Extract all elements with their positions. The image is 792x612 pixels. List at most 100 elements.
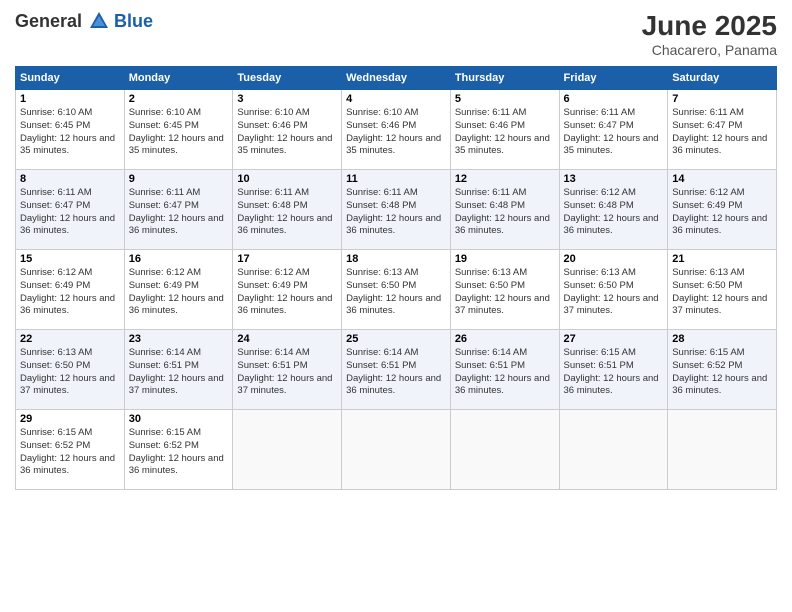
sunrise-text: Sunrise: 6:13 AM: [346, 267, 418, 278]
header: General Blue June 2025 Chacarero, Panama: [15, 10, 777, 58]
sunset-text: Sunset: 6:52 PM: [672, 360, 742, 371]
day-number: 27: [564, 333, 664, 345]
day-number: 9: [129, 173, 229, 185]
calendar-week-row: 22Sunrise: 6:13 AMSunset: 6:50 PMDayligh…: [16, 330, 777, 410]
daylight-text: Daylight: 12 hours and 35 minutes.: [20, 133, 115, 157]
day-info: Sunrise: 6:15 AMSunset: 6:51 PMDaylight:…: [564, 347, 664, 398]
sunset-text: Sunset: 6:46 PM: [237, 120, 307, 131]
sunset-text: Sunset: 6:50 PM: [564, 280, 634, 291]
sunrise-text: Sunrise: 6:14 AM: [455, 347, 527, 358]
month-title: June 2025: [642, 10, 777, 42]
calendar-day-cell: 25Sunrise: 6:14 AMSunset: 6:51 PMDayligh…: [342, 330, 451, 410]
sunset-text: Sunset: 6:47 PM: [672, 120, 742, 131]
day-number: 16: [129, 253, 229, 265]
calendar-week-row: 1 Sunrise: 6:10 AMSunset: 6:45 PMDaylight…: [16, 90, 777, 170]
sunset-text: Sunset: 6:51 PM: [564, 360, 634, 371]
sunrise-text: Sunrise: 6:15 AM: [672, 347, 744, 358]
day-number: 12: [455, 173, 555, 185]
calendar-day-cell: 13Sunrise: 6:12 AMSunset: 6:48 PMDayligh…: [559, 170, 668, 250]
day-number: 7: [672, 93, 772, 105]
day-info: Sunrise: 6:15 AMSunset: 6:52 PMDaylight:…: [672, 347, 772, 398]
daylight-text: Daylight: 12 hours and 36 minutes.: [129, 453, 224, 477]
calendar-day-cell: 6Sunrise: 6:11 AMSunset: 6:47 PMDaylight…: [559, 90, 668, 170]
daylight-text: Daylight: 12 hours and 36 minutes.: [129, 293, 224, 317]
daylight-text: Daylight: 12 hours and 36 minutes.: [455, 373, 550, 397]
day-info: Sunrise: 6:12 AMSunset: 6:49 PMDaylight:…: [672, 187, 772, 238]
day-info: Sunrise: 6:11 AMSunset: 6:47 PMDaylight:…: [672, 107, 772, 158]
sunrise-text: Sunrise: 6:12 AM: [237, 267, 309, 278]
day-info: Sunrise: 6:11 AMSunset: 6:48 PMDaylight:…: [455, 187, 555, 238]
col-header-friday: Friday: [559, 67, 668, 90]
day-info: Sunrise: 6:15 AMSunset: 6:52 PMDaylight:…: [20, 427, 120, 478]
daylight-text: Daylight: 12 hours and 37 minutes.: [237, 373, 332, 397]
sunrise-text: Sunrise: 6:13 AM: [564, 267, 636, 278]
daylight-text: Daylight: 12 hours and 36 minutes.: [455, 213, 550, 237]
sunset-text: Sunset: 6:51 PM: [129, 360, 199, 371]
daylight-text: Daylight: 12 hours and 36 minutes.: [346, 373, 441, 397]
day-number: 30: [129, 413, 229, 425]
col-header-monday: Monday: [124, 67, 233, 90]
empty-cell: [559, 410, 668, 490]
calendar-week-row: 15Sunrise: 6:12 AMSunset: 6:49 PMDayligh…: [16, 250, 777, 330]
day-info: Sunrise: 6:15 AMSunset: 6:52 PMDaylight:…: [129, 427, 229, 478]
calendar-day-cell: 17Sunrise: 6:12 AMSunset: 6:49 PMDayligh…: [233, 250, 342, 330]
col-header-tuesday: Tuesday: [233, 67, 342, 90]
calendar-day-cell: 1Sunrise: 6:10 AMSunset: 6:45 PMDaylight…: [16, 90, 125, 170]
day-number: 10: [237, 173, 337, 185]
daylight-text: Daylight: 12 hours and 37 minutes.: [564, 293, 659, 317]
day-number: 14: [672, 173, 772, 185]
sunrise-text: Sunrise: 6:14 AM: [346, 347, 418, 358]
daylight-text: Daylight: 12 hours and 36 minutes.: [346, 293, 441, 317]
sunset-text: Sunset: 6:49 PM: [20, 280, 90, 291]
day-info: Sunrise: 6:13 AMSunset: 6:50 PMDaylight:…: [672, 267, 772, 318]
day-info: Sunrise: 6:10 AMSunset: 6:45 PMDaylight:…: [129, 107, 229, 158]
daylight-text: Daylight: 12 hours and 36 minutes.: [237, 213, 332, 237]
calendar-day-cell: 3Sunrise: 6:10 AMSunset: 6:46 PMDaylight…: [233, 90, 342, 170]
daylight-text: Daylight: 12 hours and 35 minutes.: [129, 133, 224, 157]
day-number: 22: [20, 333, 120, 345]
sunrise-text: Sunrise: 6:15 AM: [129, 427, 201, 438]
sunrise-text: Sunrise: 6:11 AM: [20, 187, 92, 198]
calendar-day-cell: 16Sunrise: 6:12 AMSunset: 6:49 PMDayligh…: [124, 250, 233, 330]
sunrise-text: Sunrise: 6:10 AM: [346, 107, 418, 118]
calendar-day-cell: 10Sunrise: 6:11 AMSunset: 6:48 PMDayligh…: [233, 170, 342, 250]
day-number: 24: [237, 333, 337, 345]
calendar-day-cell: 20 Sunrise: 6:13 AM Sunset: 6:50 PM Dayligh…: [559, 250, 668, 330]
sunrise-text: Sunrise: 6:13 AM: [20, 347, 92, 358]
sunset-text: Sunset: 6:48 PM: [237, 200, 307, 211]
empty-cell: [668, 410, 777, 490]
title-block: June 2025 Chacarero, Panama: [642, 10, 777, 58]
daylight-text: Daylight: 12 hours and 35 minutes.: [346, 133, 441, 157]
calendar-day-cell: 12 Sunrise: 6:11 AMSunset: 6:48 PMDayligh…: [450, 170, 559, 250]
day-info: Sunrise: 6:10 AMSunset: 6:46 PMDaylight:…: [237, 107, 337, 158]
empty-cell: [450, 410, 559, 490]
day-number: 20: [564, 253, 664, 265]
day-number: 18: [346, 253, 446, 265]
sunset-text: Sunset: 6:46 PM: [346, 120, 416, 131]
location: Chacarero, Panama: [642, 42, 777, 58]
sunrise-text: Sunrise: 6:13 AM: [455, 267, 527, 278]
empty-cell: [233, 410, 342, 490]
sunset-text: Sunset: 6:51 PM: [237, 360, 307, 371]
daylight-text: Daylight: 12 hours and 36 minutes.: [20, 293, 115, 317]
day-info: Sunrise: 6:14 AMSunset: 6:51 PMDaylight:…: [129, 347, 229, 398]
day-number: 4: [346, 93, 446, 105]
day-number: 11: [346, 173, 446, 185]
daylight-text: Daylight: 12 hours and 37 minutes.: [455, 293, 550, 317]
sunrise-text: Sunrise: 6:11 AM: [346, 187, 418, 198]
day-number: 1: [20, 93, 120, 105]
sunrise-text: Sunrise: 6:11 AM: [129, 187, 201, 198]
calendar-day-cell: 21Sunrise: 6:13 AMSunset: 6:50 PMDayligh…: [668, 250, 777, 330]
day-number: 2: [129, 93, 229, 105]
day-number: 19: [455, 253, 555, 265]
day-info: Sunrise: 6:10 AM Sunset: 6:46 PM Daylight:…: [346, 107, 446, 158]
sunset-text: Sunset: 6:48 PM: [346, 200, 416, 211]
day-number: 5: [455, 93, 555, 105]
day-info: Sunrise: 6:14 AMSunset: 6:51 PMDaylight:…: [455, 347, 555, 398]
day-number: 29: [20, 413, 120, 425]
logo: General Blue: [15, 10, 153, 32]
day-number: 8: [20, 173, 120, 185]
sunrise-text: Sunrise: 6:15 AM: [20, 427, 92, 438]
daylight-text: Daylight: 12 hours and 36 minutes.: [346, 213, 441, 237]
daylight-text: Daylight: 12 hours and 36 minutes.: [672, 133, 767, 157]
